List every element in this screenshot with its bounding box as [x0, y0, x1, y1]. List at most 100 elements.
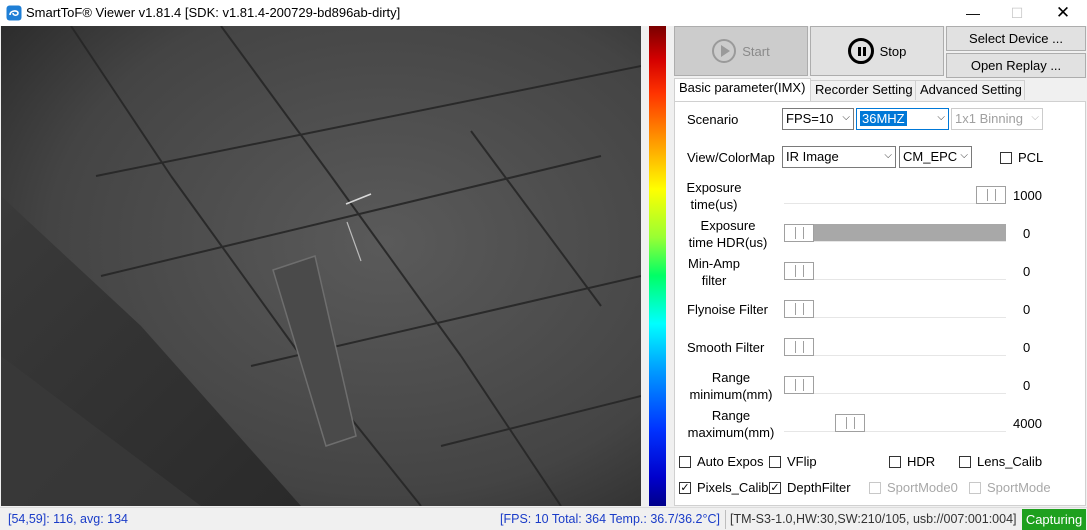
- exposure-time-value: 1000: [1013, 188, 1042, 203]
- range-minimum-label: Range minimum(mm): [683, 369, 779, 403]
- frequency-select[interactable]: 36MHZ ⌵: [856, 108, 949, 130]
- sport-mode-checkbox[interactable]: SportMode: [969, 480, 1051, 495]
- vflip-label: VFlip: [787, 454, 817, 469]
- stop-button-label: Stop: [879, 43, 907, 59]
- vflip-checkbox[interactable]: VFlip: [769, 454, 817, 469]
- slider-thumb[interactable]: [835, 414, 865, 432]
- depth-filter-checkbox[interactable]: ✓ DepthFilter: [769, 480, 851, 495]
- binning-select-value: 1x1 Binning: [955, 111, 1023, 126]
- slider-thumb[interactable]: [784, 300, 814, 318]
- auto-expos-label: Auto Expos: [697, 454, 764, 469]
- flynoise-filter-value: 0: [1023, 302, 1031, 317]
- checkmark-icon: ✓: [769, 481, 781, 494]
- fps-select-value: FPS=10: [786, 111, 834, 126]
- exposure-time-hdr-slider[interactable]: [784, 224, 1006, 242]
- start-button[interactable]: Start: [674, 26, 808, 76]
- binning-select[interactable]: 1x1 Binning ⌵: [951, 108, 1043, 130]
- range-max-label-line1: Range: [711, 408, 751, 423]
- exposure-time-slider[interactable]: [784, 186, 1006, 204]
- vflip-checkbox-box: [769, 455, 781, 468]
- chevron-down-icon: ⌵: [842, 112, 850, 123]
- minimize-button[interactable]: —: [950, 0, 996, 26]
- slider-thumb[interactable]: [784, 262, 814, 280]
- view-mode-select[interactable]: IR Image ⌵: [782, 146, 896, 168]
- close-button[interactable]: ✕: [1040, 0, 1086, 26]
- colormap-select[interactable]: CM_EPC ⌵: [899, 146, 972, 168]
- chevron-down-icon: ⌵: [884, 150, 892, 161]
- hardware-status: [TM-S3-1.0,HW:30,SW:210/105, usb://007:0…: [730, 512, 1017, 526]
- pcl-checkbox[interactable]: PCL: [1000, 150, 1043, 165]
- range-minimum-slider[interactable]: [784, 376, 1006, 394]
- checkmark-icon: ✓: [679, 481, 691, 494]
- pixel-info-status: [54,59]: 116, avg: 134: [8, 512, 129, 526]
- open-replay-button[interactable]: Open Replay ...: [946, 53, 1086, 78]
- exposure-time-hdr-value: 0: [1023, 226, 1031, 241]
- play-icon: [712, 39, 737, 63]
- min-amp-label-line2: filter: [701, 273, 727, 288]
- tab-advanced-setting[interactable]: Advanced Setting: [915, 80, 1025, 100]
- sport-mode-checkbox-box: [969, 481, 981, 494]
- lens-calib-checkbox-box: [959, 455, 971, 468]
- frequency-select-value: 36MHZ: [860, 111, 907, 126]
- title-bar: SmartToF® Viewer v1.81.4 [SDK: v1.81.4-2…: [0, 0, 1087, 26]
- lens-calib-checkbox[interactable]: Lens_Calib: [959, 454, 1042, 469]
- capture-state-badge: Capturing: [1022, 509, 1086, 530]
- auto-expos-checkbox-box: [679, 455, 691, 468]
- hdr-checkbox-box: [889, 455, 901, 468]
- exposure-time-label: Exposure time(us): [680, 179, 748, 213]
- auto-expos-checkbox[interactable]: Auto Expos: [679, 454, 764, 469]
- slider-thumb[interactable]: [784, 338, 814, 356]
- pause-icon: [847, 38, 874, 64]
- fps-status: [FPS: 10 Total: 364 Temp.: 36.7/36.2°C]: [500, 512, 720, 526]
- range-max-label-line2: maximum(mm): [687, 425, 775, 440]
- smooth-filter-label: Smooth Filter: [687, 340, 765, 355]
- min-amp-filter-label: Min-Amp filter: [680, 255, 748, 289]
- flynoise-filter-label: Flynoise Filter: [687, 302, 768, 317]
- pixels-calib-label: Pixels_Calib: [697, 480, 769, 495]
- pcl-checkbox-box: [1000, 151, 1012, 164]
- hdr-checkbox[interactable]: HDR: [889, 454, 935, 469]
- range-maximum-value: 4000: [1013, 416, 1042, 431]
- slider-thumb[interactable]: [784, 376, 814, 394]
- depth-filter-label: DepthFilter: [787, 480, 851, 495]
- sport-mode0-checkbox-box: [869, 481, 881, 494]
- lens-calib-label: Lens_Calib: [977, 454, 1043, 469]
- range-min-label-line1: Range: [711, 370, 751, 385]
- smooth-filter-slider[interactable]: [784, 338, 1006, 356]
- window-title: SmartToF® Viewer v1.81.4 [SDK: v1.81.4-2…: [26, 5, 401, 20]
- ir-camera-view[interactable]: [1, 26, 641, 506]
- maximize-button[interactable]: ☐: [994, 0, 1040, 26]
- exposure-time-label-line1: Exposure: [686, 180, 742, 195]
- tab-basic-parameter[interactable]: Basic parameter(IMX): [674, 78, 811, 101]
- exposure-hdr-label-line2: time HDR(us): [688, 235, 768, 250]
- colormap-value: CM_EPC: [903, 149, 958, 164]
- status-bar: [54,59]: 116, avg: 134 [FPS: 10 Total: 3…: [0, 507, 1087, 530]
- slider-thumb[interactable]: [976, 186, 1006, 204]
- ir-image-canvas: [1, 26, 641, 506]
- scenario-label: Scenario: [687, 112, 739, 127]
- min-amp-filter-slider[interactable]: [784, 262, 1006, 280]
- min-amp-filter-value: 0: [1023, 264, 1031, 279]
- select-device-button[interactable]: Select Device ...: [946, 26, 1086, 51]
- range-maximum-slider[interactable]: [784, 414, 1006, 432]
- view-colormap-label: View/ColorMap: [687, 150, 775, 165]
- range-maximum-label: Range maximum(mm): [683, 407, 779, 441]
- range-minimum-value: 0: [1023, 378, 1031, 393]
- slider-thumb[interactable]: [784, 224, 814, 242]
- colormap-scale-bar: [649, 26, 666, 506]
- pcl-checkbox-label: PCL: [1018, 150, 1044, 165]
- app-logo-icon: [6, 5, 22, 21]
- stop-button[interactable]: Stop: [810, 26, 944, 76]
- sport-mode0-checkbox[interactable]: SportMode0: [869, 480, 958, 495]
- hdr-label: HDR: [907, 454, 936, 469]
- flynoise-filter-slider[interactable]: [784, 300, 1006, 318]
- range-min-label-line2: minimum(mm): [689, 387, 773, 402]
- sport-mode-label: SportMode: [987, 480, 1051, 495]
- chevron-down-icon: ⌵: [1031, 112, 1039, 123]
- tab-recorder-setting[interactable]: Recorder Setting: [810, 80, 916, 100]
- exposure-hdr-label-line1: Exposure: [700, 218, 756, 233]
- chevron-down-icon: ⌵: [960, 150, 968, 161]
- fps-select[interactable]: FPS=10 ⌵: [782, 108, 854, 130]
- pixels-calib-checkbox[interactable]: ✓ Pixels_Calib: [679, 480, 769, 495]
- min-amp-label-line1: Min-Amp: [687, 256, 740, 271]
